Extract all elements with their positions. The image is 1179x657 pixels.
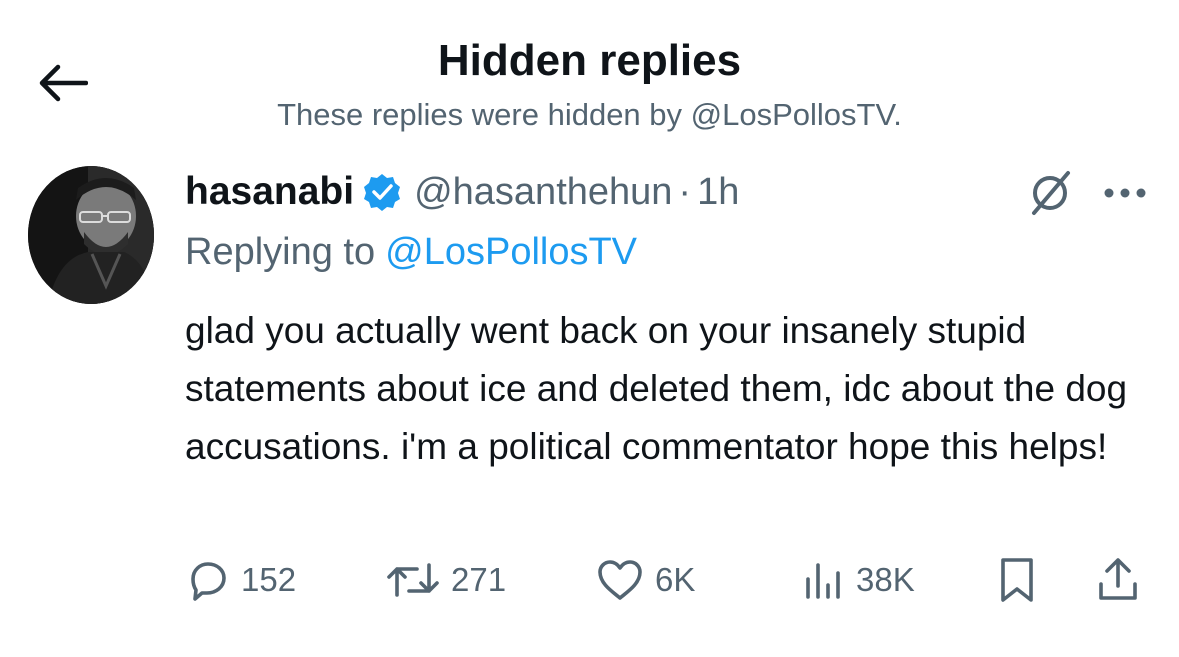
replying-to-label: Replying to — [185, 230, 376, 273]
views-button[interactable]: 38K — [800, 552, 915, 608]
timestamp[interactable]: 1h — [697, 171, 739, 214]
hide-reply-button[interactable] — [1022, 168, 1078, 218]
hide-reply-icon — [1032, 171, 1070, 215]
tweet-text: glad you actually went back on your insa… — [185, 310, 1128, 467]
reply-button[interactable]: 152 — [185, 552, 296, 608]
share-icon — [1099, 558, 1137, 600]
repost-icon — [387, 563, 439, 597]
repost-button[interactable]: 271 — [385, 552, 506, 608]
more-icon — [1104, 188, 1146, 198]
views-icon — [806, 563, 840, 599]
bookmark-icon — [1001, 558, 1033, 602]
more-button[interactable] — [1100, 176, 1150, 210]
replying-to-handle[interactable]: @LosPollosTV — [385, 231, 637, 274]
like-icon — [598, 560, 642, 600]
share-button[interactable] — [1095, 552, 1141, 608]
reply-icon — [191, 562, 226, 601]
like-count: 6K — [655, 561, 696, 598]
like-button[interactable]: 6K — [595, 552, 695, 608]
user-handle[interactable]: @hasanthehun — [414, 171, 672, 214]
tweet-header: hasanabi @hasanthehun · 1h — [185, 163, 739, 221]
page-subtitle: These replies were hidden by @LosPollosT… — [277, 97, 902, 132]
display-name[interactable]: hasanabi — [185, 170, 354, 214]
tweet-actions: 152 271 6K 38K — [185, 552, 1150, 608]
avatar[interactable] — [28, 166, 154, 304]
page-title: Hidden replies — [437, 36, 742, 85]
replying-to: Replying to @LosPollosTV — [185, 226, 637, 278]
bookmark-button[interactable] — [995, 552, 1039, 608]
views-count: 38K — [856, 561, 915, 598]
separator-dot: · — [678, 170, 692, 213]
avatar-image — [28, 166, 154, 304]
repost-count: 271 — [451, 561, 507, 598]
verified-badge-icon — [362, 172, 402, 212]
reply-count: 152 — [241, 561, 297, 598]
